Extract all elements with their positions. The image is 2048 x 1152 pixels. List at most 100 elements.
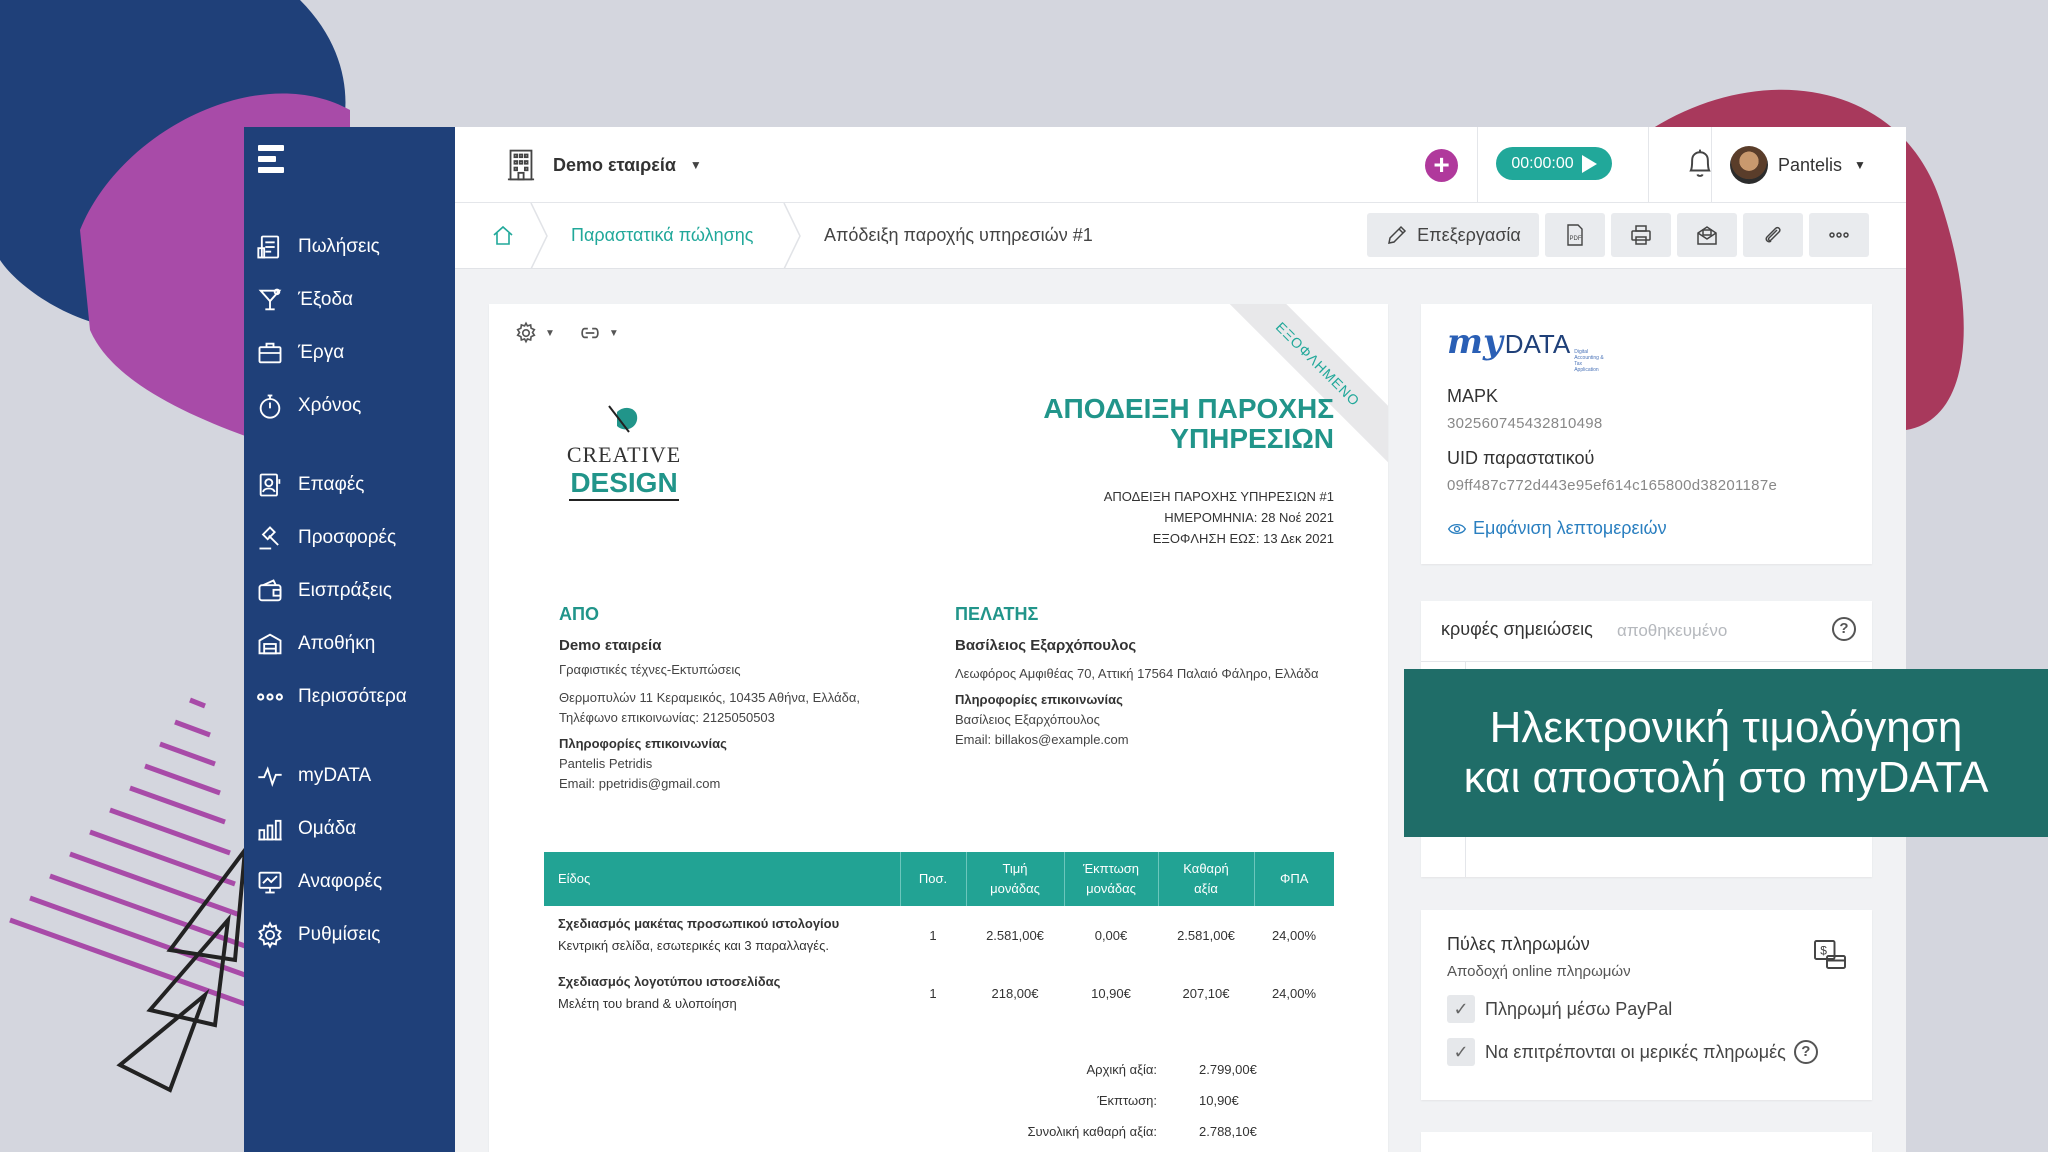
show-details-label: Εμφάνιση λεπτομερειών [1473, 518, 1667, 538]
sidebar-item-label: Έργα [298, 342, 345, 363]
pulse-icon [258, 766, 282, 788]
user-menu[interactable]: Pantelis ▼ [1730, 145, 1866, 185]
more-actions-button[interactable] [1809, 213, 1869, 257]
paypal-checkbox[interactable]: ✓ Πληρωμή μέσω PayPal [1447, 995, 1672, 1023]
help-icon[interactable]: ? [1832, 617, 1856, 641]
attachment-button[interactable] [1743, 213, 1803, 257]
printer-icon [1631, 225, 1651, 245]
payments-title: Πύλες πληρωμών [1447, 934, 1590, 954]
column-header: ΦΠΑ [1253, 852, 1334, 906]
issuer-phone: Τηλέφωνο επικοινωνίας: 2125050503 [559, 710, 775, 725]
sidebar-item-offers[interactable]: Προσφορές [256, 520, 396, 556]
sidebar-item-label: myDATA [298, 765, 372, 786]
svg-text:PDF: PDF [1570, 236, 1582, 242]
table-row: Σχεδιασμός μακέτας προσωπικού ιστολογίου… [544, 906, 1334, 964]
sidebar-item-label: Επαφές [298, 474, 365, 495]
building-icon [507, 149, 535, 181]
sidebar-item-label: Αποθήκη [298, 633, 376, 654]
sidebar-item-settings[interactable]: Ρυθμίσεις [256, 917, 380, 953]
table-row: Σχεδιασμός λογοτύπου ιστοσελίδας Μελέτη … [544, 964, 1334, 1022]
paperclip-icon [1765, 226, 1781, 243]
sidebar-item-team[interactable]: Ομάδα [256, 811, 356, 847]
issuer-address: Θερμοπυλών 11 Κεραμεικός, 10435 Αθήνα, Ε… [559, 690, 860, 705]
link-icon[interactable] [577, 320, 603, 346]
contacts-icon [259, 473, 281, 497]
print-button[interactable] [1611, 213, 1671, 257]
sidebar: Πωλήσεις Έξοδα Έργα Χρόνος Επαφές Προσφο… [244, 127, 455, 1152]
item-title: Σχεδιασμός λογοτύπου ιστοσελίδας [558, 974, 781, 989]
gear-icon[interactable] [513, 320, 539, 346]
breadcrumb-sales-documents[interactable]: Παραστατικά πώλησης [571, 225, 753, 246]
pdf-button[interactable]: PDF [1545, 213, 1605, 257]
divider [1421, 661, 1872, 662]
logo-data: DATA [1504, 329, 1571, 359]
divider [1711, 127, 1712, 203]
document-tools: ▼ ▼ [513, 320, 641, 346]
total-row: Έκπτωση: 10,90€ [1009, 1085, 1309, 1116]
eye-icon [1447, 523, 1467, 534]
briefcase-icon [258, 342, 282, 364]
notes-status: αποθηκευμένο [1617, 621, 1728, 640]
sidebar-item-projects[interactable]: Έργα [256, 335, 344, 371]
sidebar-item-mydata[interactable]: myDATA [256, 758, 371, 794]
check-icon: ✓ [1447, 995, 1475, 1023]
vat-cell: 24,00% [1271, 985, 1317, 1001]
sidebar-item-time[interactable]: Χρόνος [256, 388, 361, 424]
partial-payments-label: Να επιτρέπονται οι μερικές πληρωμές [1485, 1041, 1786, 1062]
sidebar-item-sales[interactable]: Πωλήσεις [256, 229, 380, 265]
breadcrumb-separator [530, 203, 548, 269]
show-details-link[interactable]: Εμφάνιση λεπτομερειών [1447, 518, 1667, 539]
add-new-button[interactable]: + [1425, 149, 1458, 182]
total-value: 10,90€ [1199, 1093, 1239, 1108]
timer-button[interactable]: 00:00:00 [1496, 147, 1612, 180]
mark-label: ΜΑΡΚ [1447, 386, 1499, 406]
divider [1477, 127, 1478, 203]
sidebar-item-label: Περισσότερα [298, 686, 407, 707]
issuer-email: Email: ppetridis@gmail.com [559, 776, 721, 791]
chevron-down-icon: ▼ [1854, 158, 1866, 172]
item-description: Κεντρική σελίδα, εσωτερικές και 3 παραλλ… [558, 938, 829, 953]
sidebar-item-reports[interactable]: Αναφορές [256, 864, 382, 900]
company-selector[interactable]: Demo εταιρεία ▼ [505, 145, 702, 185]
total-row: Συνολική καθαρή αξία: 2.788,10€ [1009, 1116, 1309, 1147]
total-value: 2.788,10€ [1199, 1124, 1257, 1139]
help-icon[interactable]: ? [1793, 1040, 1818, 1064]
banner-line: Ηλεκτρονική τιμολόγηση [1489, 703, 1963, 752]
check-icon: ✓ [1447, 1038, 1475, 1066]
payment-gateways-panel: Πύλες πληρωμών Αποδοχή online πληρωμών $… [1421, 910, 1872, 1100]
sidebar-item-contacts[interactable]: Επαφές [256, 467, 364, 503]
sidebar-item-warehouse[interactable]: Αποθήκη [256, 626, 375, 662]
sidebar-item-label: Ομάδα [298, 818, 357, 839]
title-line: ΑΠΟΔΕΙΞΗ ΠΑΡΟΧΗΣ [1043, 393, 1334, 424]
total-label: Αρχική αξία: [1086, 1062, 1157, 1077]
sidebar-item-label: Εισπράξεις [298, 580, 392, 601]
mark-value: 302560745432810498 [1447, 415, 1603, 432]
customer-block: ΠΕΛΑΤΗΣ Βασίλειος Εξαρχόπουλος Λεωφόρος … [955, 604, 1325, 750]
discount-cell: 0,00€ [1094, 927, 1128, 943]
item-title: Σχεδιασμός μακέτας προσωπικού ιστολογίου [558, 916, 840, 931]
home-icon[interactable] [491, 224, 515, 248]
partial-payments-checkbox[interactable]: ✓ Να επιτρέπονται οι μερικές πληρωμές ? [1447, 1038, 1818, 1066]
sales-icon [257, 235, 280, 259]
sidebar-item-expenses[interactable]: Έξοδα [256, 282, 353, 318]
document-number: ΑΠΟΔΕΙΞΗ ΠΑΡΟΧΗΣ ΥΠΗΡΕΣΙΩΝ #1 [1103, 489, 1334, 504]
next-panel [1421, 1132, 1872, 1152]
top-bar: Demo εταιρεία ▼ + 00:00:00 Pantelis ▼ [455, 127, 1906, 203]
sidebar-item-receipts[interactable]: Εισπράξεις [256, 573, 392, 609]
send-email-button[interactable] [1677, 213, 1737, 257]
paypal-label: Πληρωμή μέσω PayPal [1485, 998, 1673, 1019]
promo-banner: Ηλεκτρονική τιμολόγηση και αποστολή στο … [1404, 669, 2048, 837]
sidebar-item-label: Πωλήσεις [298, 236, 380, 257]
edit-button[interactable]: Επεξεργασία [1367, 213, 1539, 257]
line-items-table: Είδος Ποσ. Τιμή μονάδας Έκπτωση μονάδας … [544, 852, 1334, 1022]
pencil-icon [1388, 225, 1407, 244]
logo-text-top: CREATIVE [567, 442, 681, 467]
item-description: Μελέτη του brand & υλοποίηση [558, 996, 737, 1011]
document-title: ΑΠΟΔΕΙΞΗ ΠΑΡΟΧΗΣ ΥΠΗΡΕΣΙΩΝ [934, 394, 1334, 454]
logo-tagline: Digital Accounting & Tax Application [1574, 349, 1604, 373]
document-date: ΗΜΕΡΟΜΗΝΙΑ: 28 Νοέ 2021 [1164, 510, 1334, 525]
app-logo[interactable] [258, 145, 286, 179]
sidebar-item-label: Χρόνος [298, 395, 362, 416]
item-cell: Σχεδιασμός μακέτας προσωπικού ιστολογίου… [544, 906, 900, 964]
sidebar-item-more[interactable]: Περισσότερα [256, 679, 407, 715]
